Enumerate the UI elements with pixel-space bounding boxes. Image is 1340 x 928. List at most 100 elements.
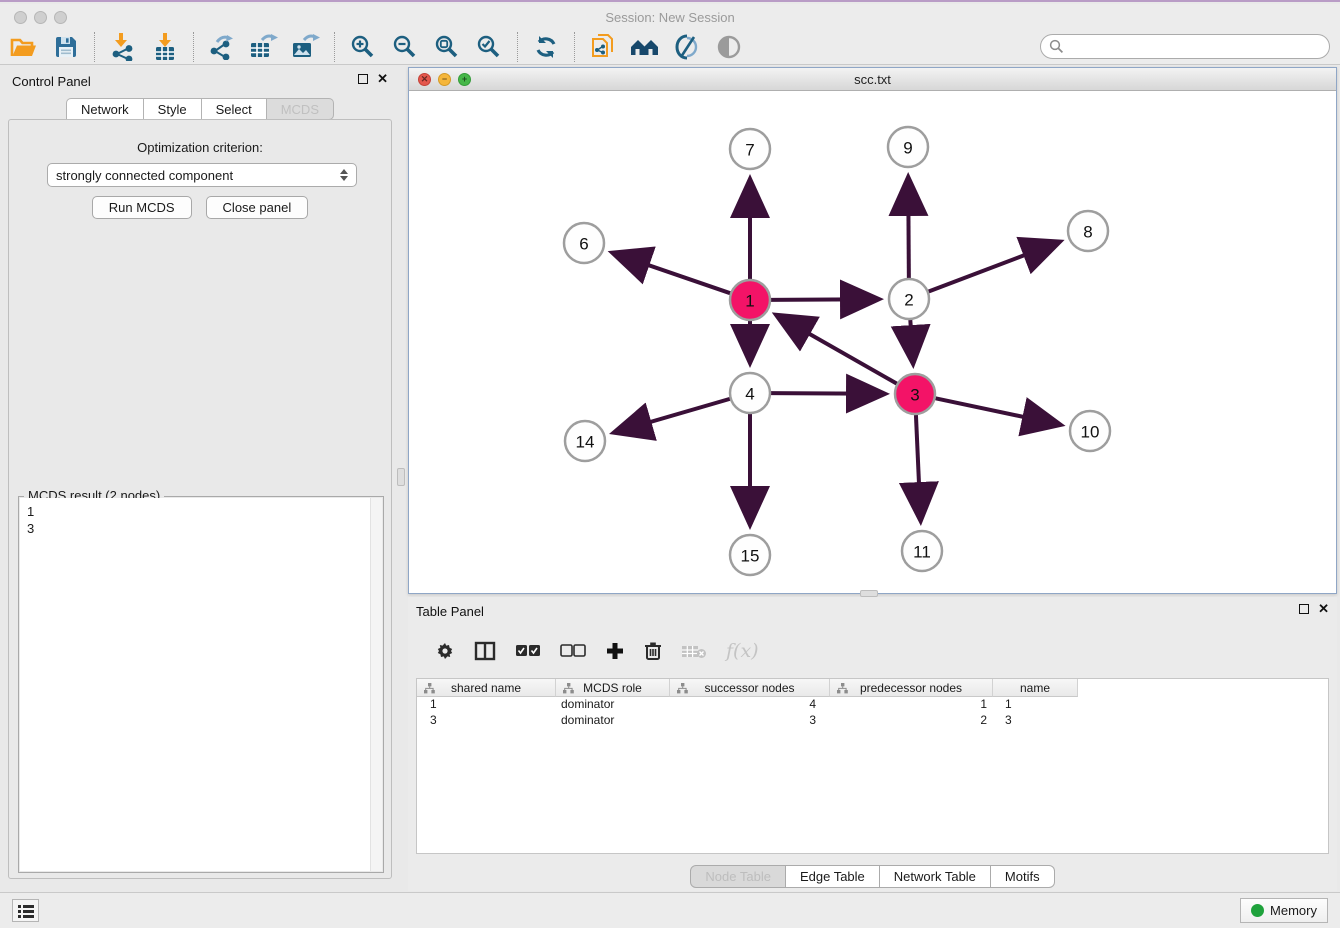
tab-edge-table[interactable]: Edge Table [786, 865, 880, 888]
column-header-mcds-role[interactable]: MCDS role [556, 679, 670, 697]
refresh-icon[interactable] [530, 32, 561, 63]
float-table-panel-icon[interactable] [1299, 604, 1309, 614]
result-scrollbar[interactable] [370, 498, 382, 871]
tab-mcds[interactable]: MCDS [267, 98, 334, 120]
table-cell[interactable]: 1 [993, 697, 1078, 713]
tab-node-table[interactable]: Node Table [690, 865, 786, 888]
search-input[interactable] [1064, 40, 1329, 54]
graph-node-14[interactable]: 14 [565, 421, 605, 461]
graph-edge-2-8[interactable] [929, 243, 1058, 292]
add-column-icon[interactable] [605, 641, 625, 661]
zoom-out-icon[interactable] [389, 32, 420, 63]
graph-node-7[interactable]: 7 [730, 129, 770, 169]
table-cell[interactable]: 1 [830, 697, 993, 713]
table-cell[interactable]: 3 [417, 713, 556, 729]
table-cell[interactable]: dominator [556, 697, 670, 713]
control-panel-header: Control Panel ✕ [4, 67, 396, 95]
close-panel-button[interactable]: Close panel [206, 196, 309, 219]
network-window-titlebar: ✕ − + scc.txt [409, 68, 1336, 91]
zoom-in-icon[interactable] [347, 32, 378, 63]
task-history-button[interactable] [12, 899, 39, 922]
table-row[interactable]: 1dominator411 [417, 697, 1328, 713]
zoom-fit-icon[interactable] [431, 32, 462, 63]
graph-edge-1-2[interactable] [771, 299, 876, 300]
column-header-name[interactable]: name [993, 679, 1078, 697]
tab-network[interactable]: Network [66, 98, 144, 120]
delete-columns-icon[interactable] [644, 641, 662, 661]
graph-node-10[interactable]: 10 [1070, 411, 1110, 451]
table-cell[interactable]: dominator [556, 713, 670, 729]
table-cell[interactable]: 2 [830, 713, 993, 729]
optimization-criterion-select[interactable]: strongly connected component [47, 163, 357, 187]
close-table-panel-icon[interactable]: ✕ [1318, 604, 1329, 614]
export-network-icon[interactable] [206, 32, 237, 63]
graph-edge-3-10[interactable] [936, 398, 1058, 424]
table-row[interactable]: 3dominator323 [417, 713, 1328, 729]
graph-svg: 7 9 6 8 1 2 4 3 14 10 15 11 [409, 91, 1336, 594]
graph-node-11[interactable]: 11 [902, 531, 942, 571]
graph-node-8[interactable]: 8 [1068, 211, 1108, 251]
network-canvas[interactable]: 7 9 6 8 1 2 4 3 14 10 15 11 [409, 91, 1336, 593]
export-table-icon[interactable] [248, 32, 279, 63]
graph-node-4[interactable]: 4 [730, 373, 770, 413]
table-cell[interactable]: 4 [670, 697, 830, 713]
svg-text:8: 8 [1083, 223, 1092, 242]
graph-edge-1-6[interactable] [615, 254, 730, 293]
svg-text:2: 2 [904, 291, 913, 310]
table-cell[interactable]: 1 [417, 697, 556, 713]
export-image-icon[interactable] [290, 32, 321, 63]
column-header-shared-name[interactable]: shared name [417, 679, 556, 697]
show-columns-icon[interactable] [474, 641, 496, 661]
graph-edge-4-14[interactable] [617, 399, 730, 432]
tab-style[interactable]: Style [144, 98, 202, 120]
mcds-result-list[interactable]: 1 3 [20, 498, 382, 871]
svg-text:3: 3 [910, 386, 919, 405]
function-builder-icon[interactable]: f(x) [726, 640, 759, 662]
graph-node-15[interactable]: 15 [730, 535, 770, 575]
graph-edge-4-3[interactable] [771, 393, 882, 394]
save-session-icon[interactable] [50, 32, 81, 63]
zoom-selected-icon[interactable] [473, 32, 504, 63]
clone-network-icon[interactable] [587, 32, 618, 63]
search-box[interactable] [1040, 34, 1330, 59]
svg-text:7: 7 [745, 141, 754, 160]
select-all-icon[interactable] [515, 644, 541, 658]
graph-edge-2-9[interactable] [908, 180, 909, 278]
tab-network-table[interactable]: Network Table [880, 865, 991, 888]
graph-node-1[interactable]: 1 [730, 280, 770, 320]
mcds-result-group: MCDS result (2 nodes) 1 3 [18, 496, 384, 873]
mcds-result-line: 3 [27, 520, 382, 537]
control-panel-title: Control Panel [12, 74, 91, 89]
column-header-predecessor-nodes[interactable]: predecessor nodes [830, 679, 993, 697]
memory-button[interactable]: Memory [1240, 898, 1328, 923]
horizontal-splitter-grip[interactable] [860, 590, 878, 597]
graph-node-9[interactable]: 9 [888, 127, 928, 167]
open-file-icon[interactable] [8, 32, 39, 63]
close-panel-icon[interactable]: ✕ [377, 74, 388, 84]
graph-edge-3-11[interactable] [916, 415, 921, 518]
mcds-tab-content: Optimization criterion: strongly connect… [8, 119, 392, 879]
graph-node-2[interactable]: 2 [889, 279, 929, 319]
float-panel-icon[interactable] [358, 74, 368, 84]
tab-motifs[interactable]: Motifs [991, 865, 1055, 888]
vertical-splitter-grip[interactable] [397, 468, 405, 486]
import-table-icon[interactable] [149, 32, 180, 63]
search-icon [1049, 39, 1064, 54]
hide-labels-icon[interactable] [671, 32, 702, 63]
show-details-icon[interactable] [713, 32, 744, 63]
graph-edge-3-1[interactable] [779, 316, 897, 383]
import-network-icon[interactable] [107, 32, 138, 63]
run-mcds-button[interactable]: Run MCDS [92, 196, 192, 219]
delete-table-icon[interactable] [681, 643, 707, 659]
tab-select[interactable]: Select [202, 98, 267, 120]
table-cell[interactable]: 3 [670, 713, 830, 729]
graph-node-6[interactable]: 6 [564, 223, 604, 263]
table-cell[interactable]: 3 [993, 713, 1078, 729]
graph-edge-2-3[interactable] [910, 320, 913, 361]
table-options-icon[interactable] [435, 641, 455, 661]
column-header-successor-nodes[interactable]: successor nodes [670, 679, 830, 697]
graph-node-3[interactable]: 3 [895, 374, 935, 414]
deselect-all-icon[interactable] [560, 644, 586, 658]
sort-icon [677, 683, 688, 694]
first-neighbors-icon[interactable] [629, 32, 660, 63]
